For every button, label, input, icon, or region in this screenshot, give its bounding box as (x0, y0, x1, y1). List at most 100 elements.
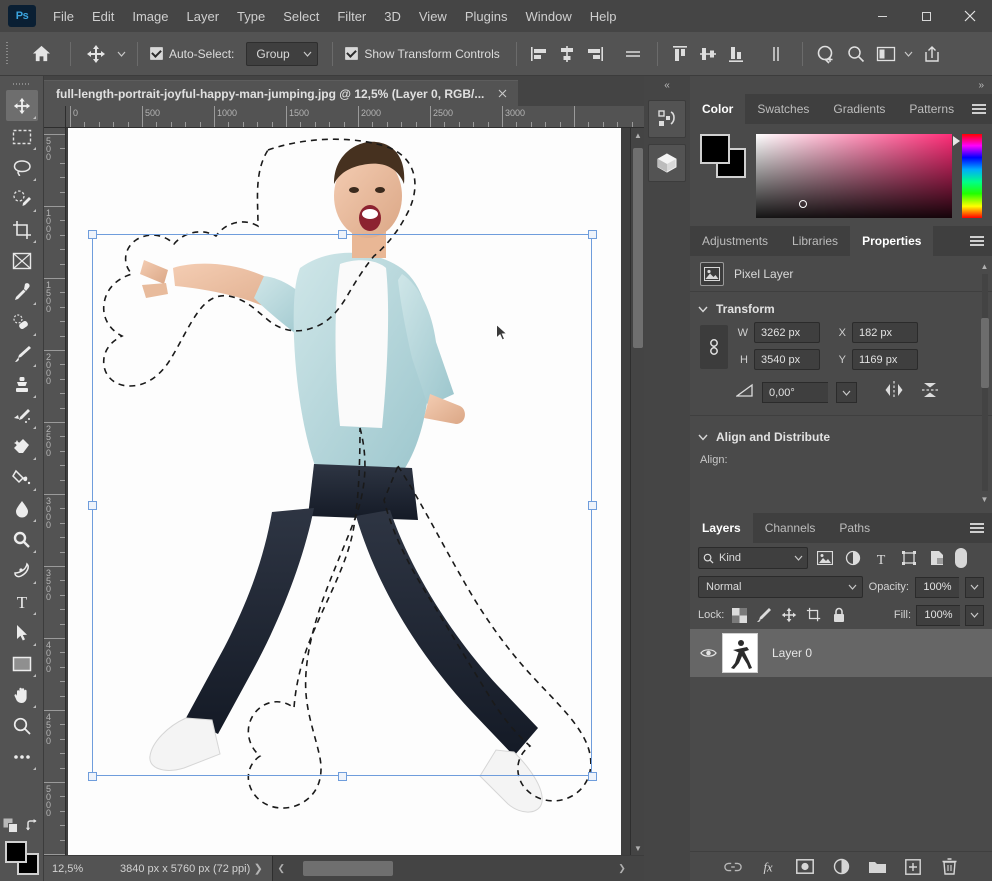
scroll-up-arrow-icon[interactable]: ▲ (631, 128, 644, 142)
scroll-down-arrow-icon[interactable]: ▼ (979, 493, 990, 505)
panel-menu-icon[interactable] (966, 94, 992, 124)
align-left-edges-icon[interactable] (525, 40, 553, 68)
lock-image-pixels-icon[interactable] (754, 605, 774, 625)
zoom-tool[interactable] (6, 710, 38, 741)
fill-input[interactable]: 100% (916, 604, 960, 626)
transform-bounding-box[interactable] (92, 234, 592, 776)
menu-filter[interactable]: Filter (328, 5, 375, 28)
history-brush-tool[interactable] (6, 400, 38, 431)
history-actions-icon[interactable] (648, 100, 686, 138)
vertical-ruler[interactable]: 500 1000 1500 2000 2500 3000 3500 4000 4500 5000 (44, 128, 66, 855)
blur-tool[interactable] (6, 493, 38, 524)
canvas-viewport[interactable]: ▲ ▼ (66, 128, 644, 855)
width-input[interactable]: 3262 px (754, 322, 820, 343)
opacity-input[interactable]: 100% (915, 576, 959, 598)
transform-handle-tc[interactable] (338, 230, 347, 239)
search-icon[interactable] (841, 39, 871, 69)
quick-mask-icon[interactable] (3, 818, 19, 839)
clone-stamp-tool[interactable] (6, 369, 38, 400)
vertical-scroll-thumb[interactable] (633, 148, 643, 348)
align-bottom-edges-icon[interactable] (722, 40, 750, 68)
distribute-vertical-icon[interactable] (762, 40, 790, 68)
fill-chevron-down-icon[interactable] (965, 604, 984, 626)
path-selection-tool[interactable] (6, 617, 38, 648)
transform-handle-tr[interactable] (588, 230, 597, 239)
toolbar-grip[interactable] (0, 78, 43, 90)
move-tool-icon[interactable] (79, 39, 113, 69)
transform-handle-tl[interactable] (88, 230, 97, 239)
gradient-tool[interactable] (6, 462, 38, 493)
y-input[interactable]: 1169 px (852, 349, 918, 370)
document-tab[interactable]: full-length-portrait-joyful-happy-man-ju… (44, 80, 519, 106)
workspace-chevron-down-icon[interactable] (901, 39, 917, 69)
blend-mode-dropdown[interactable]: Normal (698, 576, 863, 598)
menu-window[interactable]: Window (516, 5, 580, 28)
transform-handle-mr[interactable] (588, 501, 597, 510)
layer-thumbnail[interactable] (722, 633, 758, 673)
horizontal-type-tool[interactable]: T (6, 586, 38, 617)
align-horizontal-centers-icon[interactable] (553, 40, 581, 68)
home-icon[interactable] (26, 39, 56, 69)
rectangular-marquee-tool[interactable] (6, 121, 38, 152)
3d-mode-icon[interactable] (811, 39, 841, 69)
eraser-tool[interactable] (6, 431, 38, 462)
properties-scrollbar[interactable]: ▲ ▼ (979, 260, 990, 505)
share-icon[interactable] (917, 39, 947, 69)
menu-layer[interactable]: Layer (178, 5, 229, 28)
options-bar-grip[interactable] (0, 32, 14, 76)
close-icon[interactable] (948, 0, 992, 32)
layer-list[interactable]: Layer 0 (690, 629, 992, 851)
menu-file[interactable]: File (44, 5, 83, 28)
tab-patterns[interactable]: Patterns (897, 94, 966, 124)
eyedropper-tool[interactable] (6, 276, 38, 307)
brush-tool[interactable] (6, 338, 38, 369)
move-tool[interactable] (5, 90, 38, 121)
horizontal-scroll-thumb[interactable] (303, 860, 394, 876)
menu-help[interactable]: Help (581, 5, 626, 28)
filter-shape-icon[interactable] (898, 547, 920, 569)
menu-edit[interactable]: Edit (83, 5, 123, 28)
tab-paths[interactable]: Paths (827, 513, 882, 543)
distribute-horizontal-icon[interactable] (619, 40, 647, 68)
swap-colors-icon[interactable] (25, 818, 41, 839)
filter-pixel-icon[interactable] (814, 547, 836, 569)
frame-tool[interactable] (6, 245, 38, 276)
tab-swatches[interactable]: Swatches (745, 94, 821, 124)
layer-mask-icon[interactable] (794, 856, 816, 878)
document-dimensions[interactable]: 3840 px x 5760 px (72 ppi) (120, 863, 250, 875)
layer-filter-kind-dropdown[interactable]: Kind (698, 547, 808, 569)
color-picker-field[interactable] (756, 134, 952, 218)
tab-channels[interactable]: Channels (753, 513, 828, 543)
transform-handle-bl[interactable] (88, 772, 97, 781)
canvas-vertical-scrollbar[interactable]: ▲ ▼ (630, 128, 644, 855)
align-vertical-centers-icon[interactable] (694, 40, 722, 68)
new-group-icon[interactable] (866, 856, 888, 878)
menu-select[interactable]: Select (274, 5, 328, 28)
hue-strip[interactable] (953, 134, 982, 218)
align-distribute-header[interactable]: Align and Distribute (690, 428, 992, 450)
auto-select-scope-dropdown[interactable]: Group (246, 41, 319, 66)
menu-3d[interactable]: 3D (375, 5, 410, 28)
color-panel-swatches[interactable] (700, 134, 746, 178)
transform-handle-br[interactable] (588, 772, 597, 781)
lock-position-icon[interactable] (779, 605, 799, 625)
properties-scroll-thumb[interactable] (981, 318, 989, 388)
filter-type-icon[interactable]: T (870, 547, 892, 569)
lock-all-icon[interactable] (829, 605, 849, 625)
align-right-edges-icon[interactable] (581, 40, 609, 68)
chevron-right-icon[interactable]: ❯ (250, 862, 266, 875)
pen-tool[interactable] (6, 555, 38, 586)
collapse-panels-icon[interactable]: « (644, 76, 690, 94)
filter-smart-object-icon[interactable] (926, 547, 948, 569)
angle-input[interactable]: 0,00° (762, 382, 828, 403)
hand-tool[interactable] (6, 679, 38, 710)
color-swatches[interactable] (4, 841, 39, 875)
tool-preset-chevron-down-icon[interactable] (113, 39, 129, 69)
lock-artboard-nesting-icon[interactable] (804, 605, 824, 625)
tab-color[interactable]: Color (690, 94, 746, 124)
transform-section-header[interactable]: Transform (690, 300, 992, 322)
flip-vertical-icon[interactable] (919, 380, 941, 405)
tab-gradients[interactable]: Gradients (821, 94, 897, 124)
tab-properties[interactable]: Properties (850, 226, 934, 256)
show-transform-controls-checkbox[interactable]: Show Transform Controls (341, 47, 503, 61)
